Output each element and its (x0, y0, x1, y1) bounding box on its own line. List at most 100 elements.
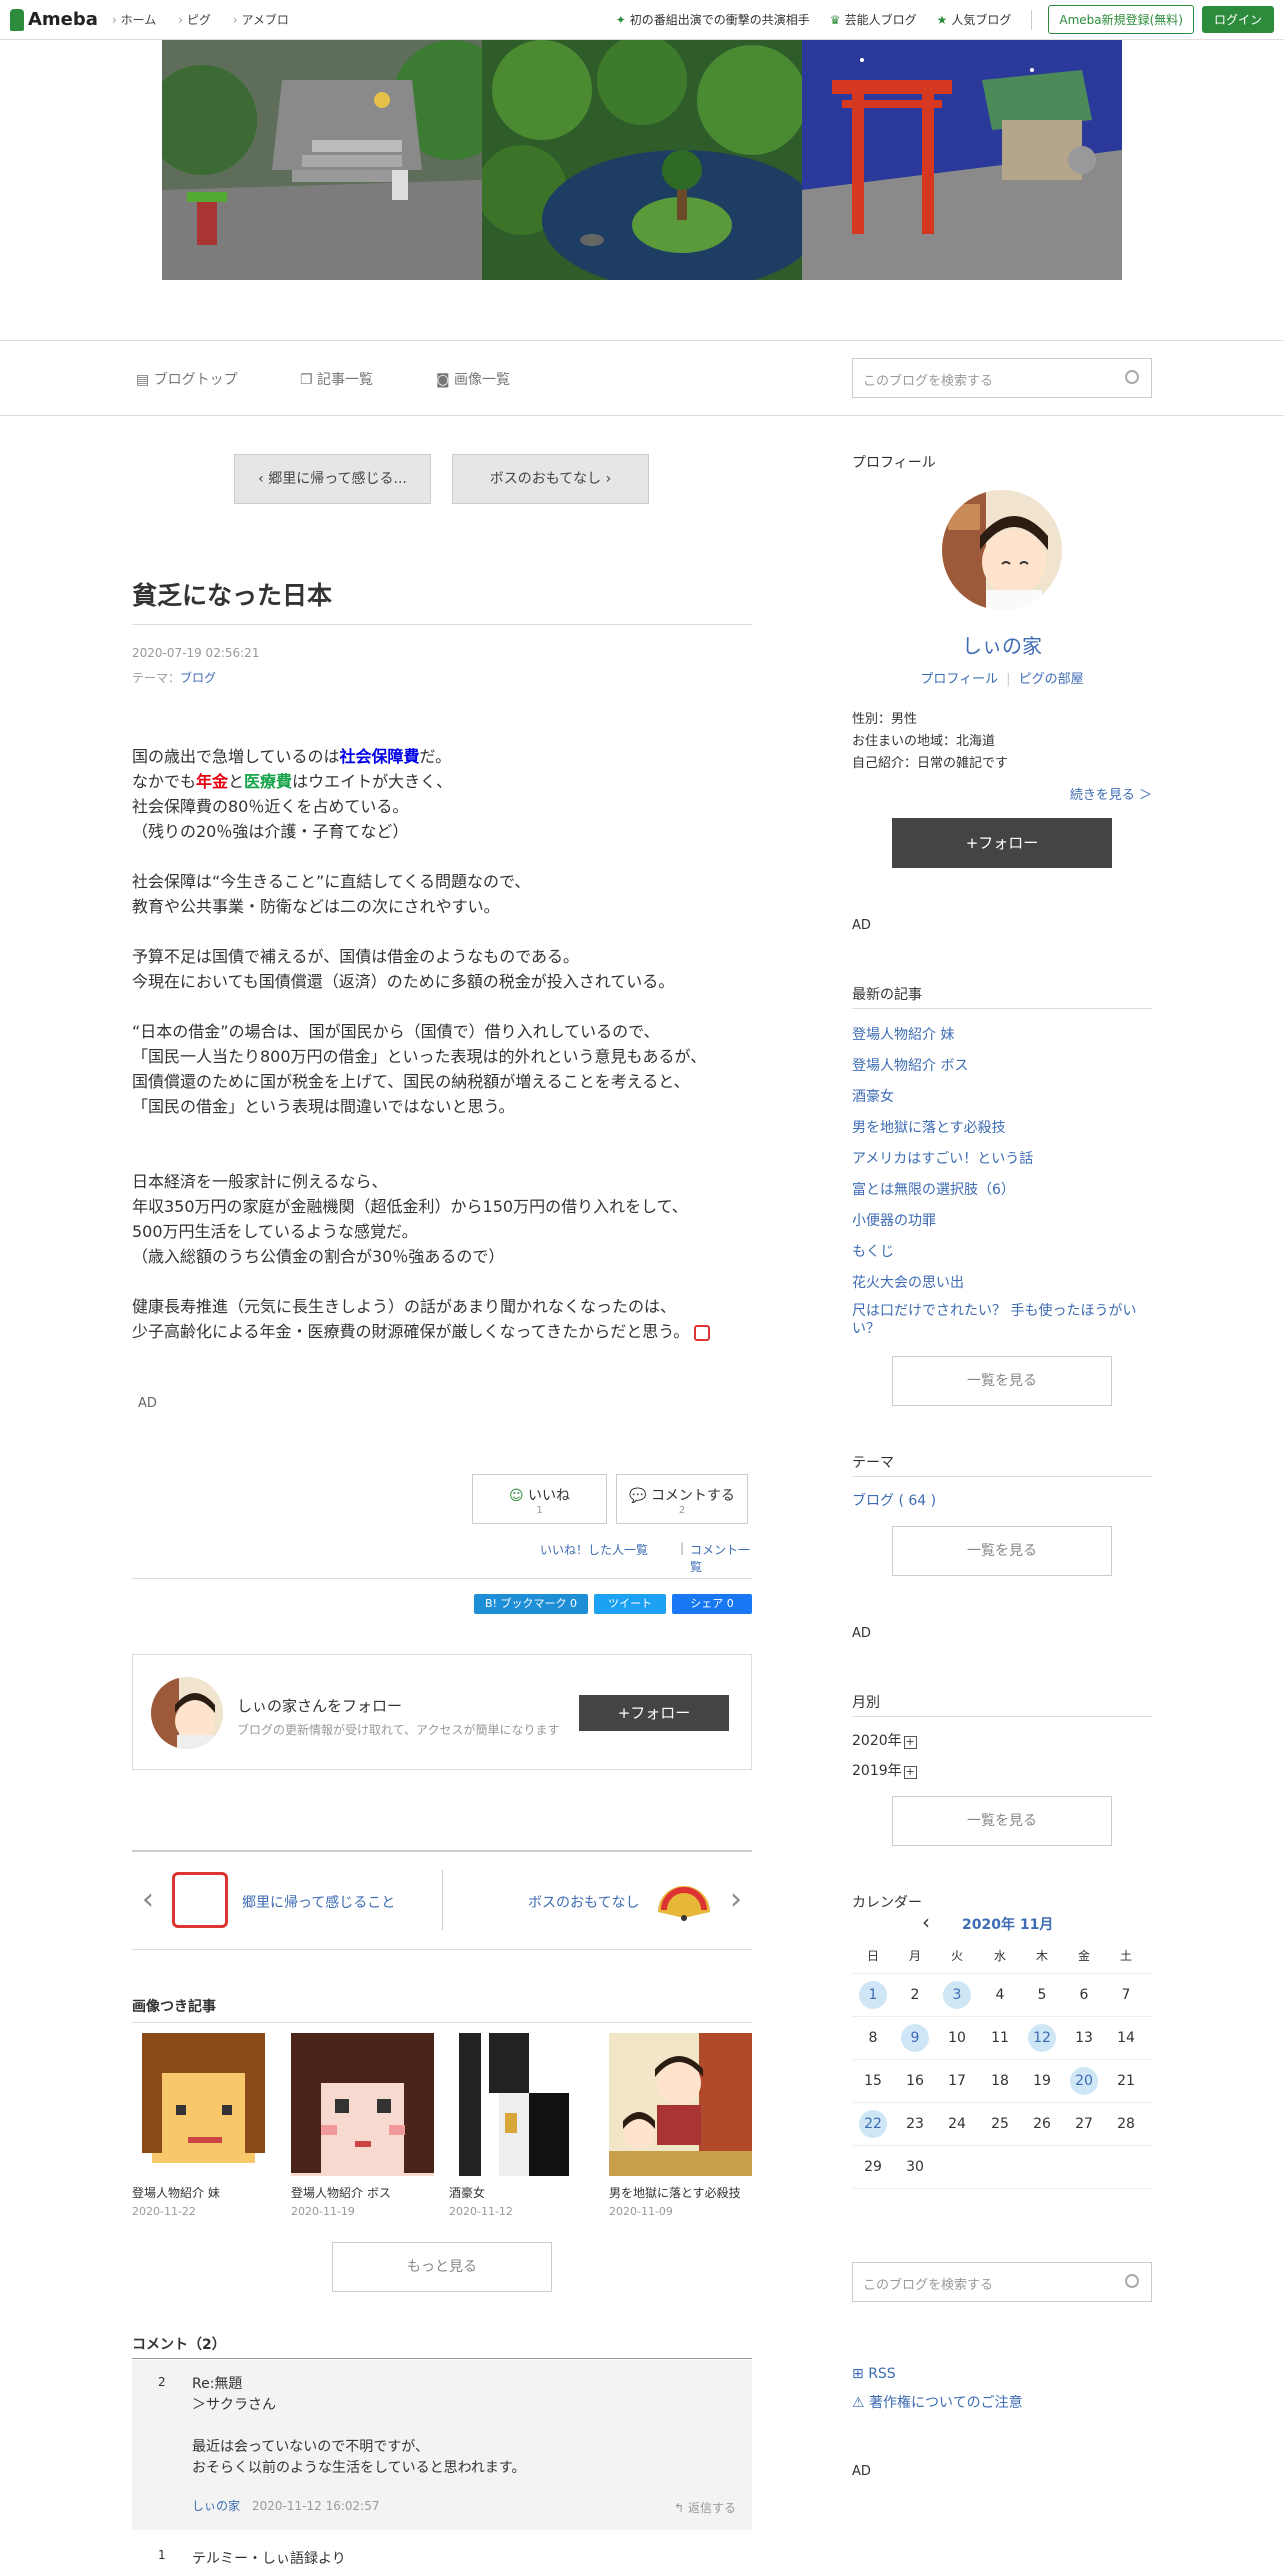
sidebar-search-input[interactable]: このブログを検索する (852, 2262, 1152, 2302)
image-entry[interactable]: 登場人物紹介 ボス 2020-11-19 (291, 2033, 434, 2218)
calendar-day[interactable]: 1 (859, 1981, 887, 2009)
expand-icon[interactable]: + (903, 1766, 917, 1779)
entry-title[interactable]: 登場人物紹介 妹 (132, 2184, 275, 2201)
blog-header-image[interactable] (162, 40, 1122, 280)
more-button[interactable]: もっと見る (332, 2242, 552, 2292)
news-link[interactable]: ✦ 初の番組出演での衝撃の共演相手 (616, 11, 810, 28)
entry-thumbnail[interactable] (132, 2033, 275, 2176)
entry-thumbnail[interactable] (609, 2033, 752, 2176)
next-entry-link[interactable]: ボスのおもてなし (528, 1892, 639, 1912)
monthly-list-button[interactable]: 一覧を見る (892, 1796, 1112, 1846)
year-2020[interactable]: 2020年 + (852, 1730, 917, 1750)
calendar-day: 27 (1075, 2116, 1093, 2132)
latest-entry-link[interactable]: 登場人物紹介 妹 (852, 1024, 954, 1044)
star-icon: ★ (936, 13, 948, 27)
read-more-link[interactable]: 続きを見る ＞ (1070, 784, 1152, 803)
latest-entry-link[interactable]: 登場人物紹介 ボス (852, 1055, 968, 1075)
latest-entry-link[interactable]: 花火大会の思い出 (852, 1272, 964, 1292)
calendar-day[interactable]: 20 (1070, 2067, 1098, 2095)
pigg-room-link[interactable]: ピグの部屋 (1019, 672, 1084, 687)
divider (132, 2358, 752, 2359)
profile-avatar[interactable] (942, 490, 1062, 610)
register-button[interactable]: Ameba新規登録(無料) (1048, 5, 1194, 34)
comment-author-link[interactable]: しぃの家 (192, 2499, 240, 2513)
calendar-day[interactable]: 22 (859, 2110, 887, 2138)
calendar-day: 26 (1033, 2116, 1051, 2132)
follow-button[interactable]: +フォロー (579, 1695, 729, 1731)
chevron-left-icon[interactable]: ‹ (142, 1882, 154, 1917)
nav-entry-list[interactable]: ❐ 記事一覧 (300, 369, 373, 389)
prev-entry-link[interactable]: 郷里に帰って感じること (242, 1892, 395, 1912)
hatena-bookmark-button[interactable]: B! ブックマーク 0 (474, 1594, 588, 1614)
image-entry[interactable]: 登場人物紹介 妹 2020-11-22 (132, 2033, 275, 2218)
nav-pigg[interactable]: ピグ (178, 11, 211, 28)
theme-link[interactable]: ブログ (180, 671, 216, 685)
divider (132, 1578, 752, 1579)
image-entry[interactable]: 男を地獄に落とす必殺技 2020-11-09 (609, 2033, 752, 2218)
sidebar-follow-button[interactable]: +フォロー (892, 818, 1112, 868)
entry-title[interactable]: 酒豪女 (449, 2184, 592, 2201)
rss-icon: ⊞ (852, 2366, 869, 2382)
login-button[interactable]: ログイン (1201, 6, 1274, 33)
rss-link[interactable]: ⊞ RSS (852, 2366, 896, 2382)
search-icon[interactable] (1125, 370, 1139, 384)
like-list-link[interactable]: いいね！した人一覧 (540, 1541, 648, 1558)
latest-entry-link[interactable]: アメリカはすごい！という話 (852, 1148, 1033, 1168)
calendar-day: 5 (1037, 1987, 1047, 2003)
celebrity-blog-link[interactable]: ♛ 芸能人ブログ (830, 11, 917, 28)
theme-link[interactable]: ブログ ( 64 ) (852, 1490, 936, 1510)
calendar-month: 2020年 11月 (962, 1917, 1054, 1933)
entry-title[interactable]: 男を地獄に落とす必殺技 (609, 2184, 752, 2201)
facebook-share-button[interactable]: シェア 0 (672, 1594, 752, 1614)
blog-search-input[interactable]: このブログを検索する (852, 358, 1152, 398)
comment-list-link[interactable]: コメント一覧 (680, 1541, 752, 1575)
latest-entry-link[interactable]: 男を地獄に落とす必殺技 (852, 1117, 1006, 1137)
entry-thumbnail[interactable] (449, 2033, 592, 2176)
expand-icon[interactable]: + (903, 1736, 917, 1749)
like-button[interactable]: ☺ いいね 1 (472, 1474, 607, 1524)
ameba-logo[interactable]: Ameba (10, 8, 98, 31)
comment-button[interactable]: 💬 コメントする 2 (616, 1474, 748, 1524)
popular-blog-link[interactable]: ★ 人気ブログ (937, 11, 1012, 28)
nav-home[interactable]: ホーム (112, 11, 157, 28)
entry-title[interactable]: 登場人物紹介 ボス (291, 2184, 434, 2201)
entry-date: 2020-11-19 (291, 2205, 355, 2218)
latest-entry-link[interactable]: 尺は口だけでされたい？ 手も使ったほうがいい？ (852, 1302, 1152, 1338)
latest-entry-link[interactable]: 酒豪女 (852, 1086, 894, 1106)
entry-thumbnail[interactable] (291, 2033, 434, 2176)
calendar-day: 28 (1117, 2116, 1135, 2132)
copyright-notice-link[interactable]: ⚠ 著作権についてのご注意 (852, 2392, 1023, 2412)
next-entry-thumbnail[interactable] (654, 1872, 714, 1928)
theme-list-button[interactable]: 一覧を見る (892, 1526, 1112, 1576)
latest-entry-link[interactable]: 小便器の功罪 (852, 1210, 936, 1230)
tweet-button[interactable]: ツイート (594, 1594, 666, 1614)
search-icon[interactable] (1125, 2274, 1139, 2288)
calendar-prev-icon[interactable]: ‹ (922, 1910, 930, 1934)
divider (132, 2022, 752, 2023)
follow-box: しぃの家さんをフォロー ブログの更新情報が受け取れて、アクセスが簡単になります … (132, 1654, 752, 1770)
profile-intro: 自己紹介：日常の雑記です (852, 756, 1009, 771)
reply-button[interactable]: ↰ 返信する (674, 2498, 736, 2519)
profile-link[interactable]: プロフィール (920, 672, 998, 687)
year-2019[interactable]: 2019年 + (852, 1760, 917, 1780)
calendar-day: 19 (1033, 2073, 1051, 2089)
latest-list-button[interactable]: 一覧を見る (892, 1356, 1112, 1406)
calendar-day[interactable]: 9 (901, 2024, 929, 2052)
image-entry[interactable]: 酒豪女 2020-11-12 (449, 2033, 592, 2218)
profile-name[interactable]: しぃの家 (852, 630, 1152, 659)
chevron-right-icon[interactable]: › (730, 1882, 742, 1917)
calendar-day[interactable]: 12 (1028, 2024, 1056, 2052)
nav-image-list[interactable]: ◙ 画像一覧 (436, 369, 510, 389)
avatar[interactable] (151, 1677, 223, 1749)
header-panel-shrine-stairs (162, 40, 482, 280)
nav-ameblo[interactable]: アメブロ (233, 11, 288, 28)
latest-entry-link[interactable]: もくじ (852, 1241, 894, 1261)
latest-entry-link[interactable]: 富とは無限の選択肢（6） (852, 1179, 1015, 1199)
prev-entry-button[interactable]: ‹ 郷里に帰って感じる... (234, 454, 431, 504)
calendar-day[interactable]: 3 (943, 1981, 971, 2009)
calendar-day: 7 (1121, 1987, 1131, 2003)
prev-entry-thumbnail[interactable] (172, 1872, 228, 1928)
calendar-week: 15 16 17 18 19 20 21 (852, 2060, 1152, 2103)
nav-blog-top[interactable]: ▤ ブログトップ (136, 369, 238, 389)
next-entry-button[interactable]: ボスのおもてなし › (452, 454, 649, 504)
